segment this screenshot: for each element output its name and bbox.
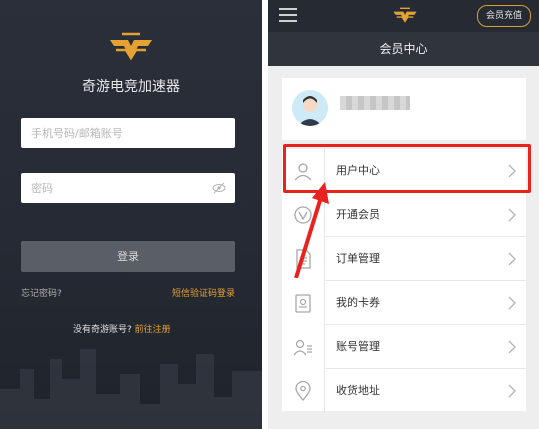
top-nav-bar: 会员充值 [268,0,539,32]
password-visibility-icon[interactable] [212,181,226,195]
member-recharge-button[interactable]: 会员充值 [476,5,531,27]
menu-item-label: 收货地址 [336,384,380,397]
login-screen: 奇游电竞加速器 登录 忘记密码? 短信验证码登录 没有奇游账号? 前往注册 [0,0,262,429]
login-button[interactable]: 登录 [21,241,235,272]
menu-item-label: 我的卡券 [336,296,380,309]
wings-logo-icon [393,7,417,23]
menu-item-label: 订单管理 [336,252,380,265]
app-name: 奇游电竞加速器 [82,79,180,95]
sms-login-link[interactable]: 短信验证码登录 [172,286,235,299]
chevron-right-icon [508,208,516,222]
chevron-right-icon [508,340,516,354]
menu-item-label: 开通会员 [336,208,380,221]
menu-item-shipping-address[interactable]: 收货地址 [282,369,526,413]
annotation-arrow-icon [294,182,329,278]
location-pin-icon [295,380,311,401]
menu-item-account-management[interactable]: 账号管理 [282,325,526,369]
chevron-right-icon [508,252,516,266]
forgot-password-link[interactable]: 忘记密码? [21,286,62,299]
avatar [292,90,328,126]
menu-item-coupons[interactable]: 我的卡券 [282,281,526,325]
wings-logo-icon [110,32,152,61]
menu-item-label: 账号管理 [336,340,380,353]
chevron-right-icon [508,384,516,398]
chevron-right-icon [508,296,516,310]
phone-email-input[interactable] [21,118,235,148]
no-account-text: 没有奇游账号? [73,325,132,335]
blurred-username [340,96,410,110]
account-manage-icon [293,339,312,356]
profile-card[interactable] [282,78,526,140]
password-input[interactable] [21,173,235,203]
register-prompt: 没有奇游账号? 前往注册 [73,322,171,335]
hamburger-menu-icon[interactable] [279,8,297,22]
go-register-link[interactable]: 前往注册 [135,325,171,335]
page-title: 会员中心 [268,32,539,66]
coupon-icon [295,294,311,313]
user-avatar-icon [298,96,322,126]
